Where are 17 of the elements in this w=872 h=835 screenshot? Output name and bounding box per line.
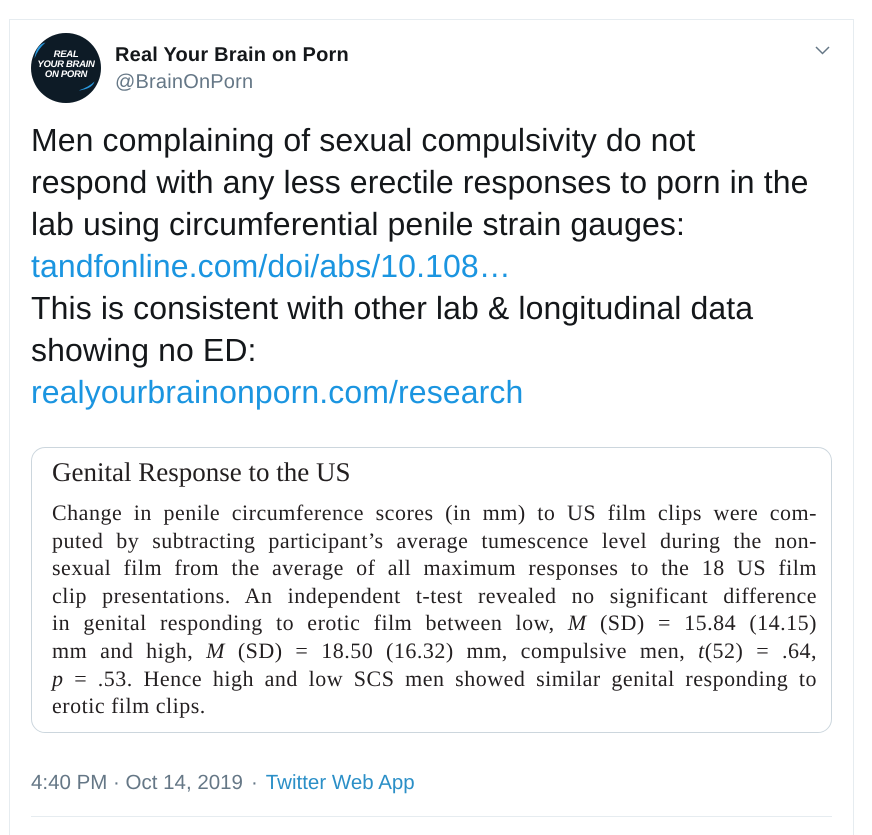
tweet-link[interactable]: realyourbrainonporn.com/research (31, 371, 524, 413)
chevron-down-icon[interactable] (815, 46, 830, 55)
tweet-link[interactable]: tandfonline.com/doi/abs/10.108… (31, 245, 511, 287)
tweet-timestamp: 4:40 PM · Oct 14, 2019 (31, 770, 243, 795)
avatar-logo[interactable]: REAL YOUR BRAIN ON PORN (31, 33, 101, 103)
dot-separator: · (250, 770, 258, 795)
author-handle: @BrainOnPorn (115, 70, 254, 95)
tweet-text: Men complaining of sexual compulsivity do not respond with any less erectile responses to porn in the lab using circumferential penile strain gauges: (31, 121, 810, 244)
author-name[interactable]: Real Your Brain on Porn (115, 43, 349, 67)
swoosh-icon (34, 42, 46, 59)
document-excerpt[interactable] (31, 447, 832, 733)
excerpt-paragraph: Change in penile circumference scores (in mm) to US film clips were com- puted by subtracting participant’s average tumescence level during the non- sexual film from the average of all maximum responses to the 18 US film clip presentations. An independent t-test revealed no significant difference in genital responding to erotic film between low, M (SD) = 15.84 (14.15) mm and high, M (SD) = 18.50 (16.32) mm, compulsive men, t(52) = .64, p = .53. Hence high and low SCS men showed similar genital responding to erotic film clips. (52, 499, 817, 720)
excerpt-heading: Genital Response to the US (52, 457, 352, 487)
logo-text: REAL YOUR BRAIN ON PORN (37, 50, 95, 80)
source-link[interactable]: Twitter Web App (266, 770, 415, 795)
tweet-text: This is consistent with other lab & longitudinal data showing no ED: (31, 289, 754, 370)
swoosh-icon (78, 81, 95, 91)
